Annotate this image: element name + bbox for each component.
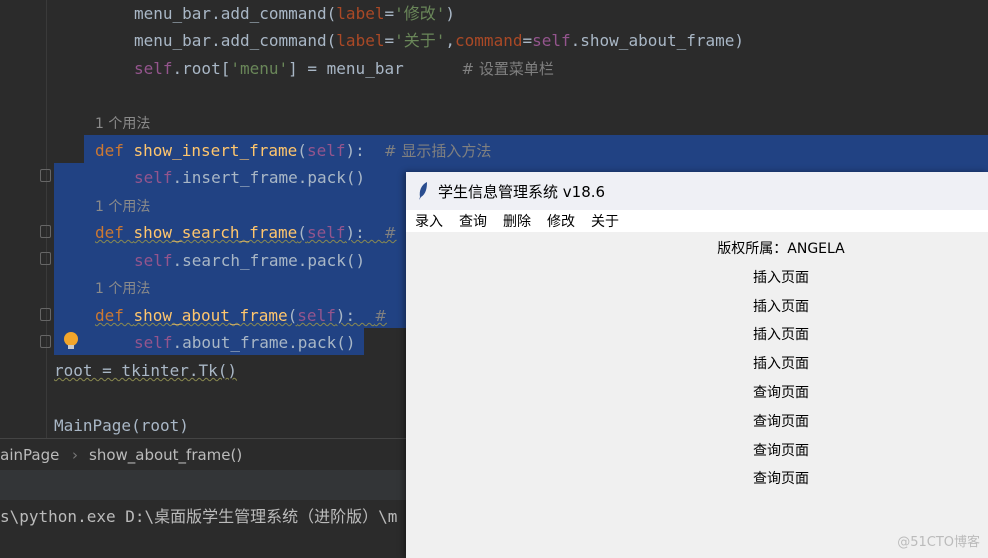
code-token: self [532, 31, 571, 50]
breadcrumb: lainPage › show_about_frame() [0, 438, 406, 470]
page-label: 插入页面 [753, 327, 809, 344]
copyright-label: 版权所属：ANGELA [717, 241, 845, 257]
breadcrumb-item[interactable]: show_about_frame() [89, 439, 242, 471]
code-token: .root[ [172, 59, 231, 78]
window-title: 学生信息管理系统 v18.6 [438, 182, 606, 201]
fold-icon[interactable] [40, 335, 51, 348]
code-token: ): [335, 306, 375, 325]
code-token: = [522, 31, 533, 50]
fold-icon[interactable] [40, 169, 51, 182]
code-line: menu_bar.add_command(label='关于',command=… [134, 27, 744, 54]
terminal-output: s\python.exe D:\桌面版学生管理系统（进阶版）\m [0, 507, 398, 526]
code-token: 1 个用法 [95, 281, 151, 297]
code-token: ): [345, 141, 384, 160]
code-token: # [384, 224, 397, 242]
code-line: def show_insert_frame(self): # 显示插入方法 [95, 137, 491, 164]
page-label: 查询页面 [753, 413, 809, 430]
code-token: show_about_frame [133, 306, 288, 325]
code-token: ( [297, 141, 307, 160]
code-token: self [134, 59, 173, 78]
code-token: , [445, 31, 456, 50]
menu-search[interactable]: 查询 [459, 211, 487, 231]
code-token: menu_bar.add_command( [134, 4, 337, 23]
code-line: self.about_frame.pack() [134, 329, 356, 356]
code-token: show_search_frame [133, 223, 298, 242]
page-label: 查询页面 [753, 385, 809, 401]
code-token: def [95, 306, 134, 325]
code-token: '关于' [394, 31, 446, 50]
page-label: 查询页面 [753, 442, 809, 459]
code-token: ) [445, 4, 456, 23]
run-toolbar [0, 470, 406, 500]
code-token: self [134, 168, 173, 187]
code-line: self.search_frame.pack() [134, 247, 365, 274]
title-bar[interactable]: 学生信息管理系统 v18.6 [406, 172, 988, 210]
feather-icon [419, 182, 427, 200]
chevron-right-icon: › [72, 446, 78, 464]
code-token: # 设置菜单栏 [461, 60, 554, 78]
usage-hint[interactable]: 1 个用法 [95, 109, 150, 136]
code-token: self [306, 223, 346, 242]
code-token: def [95, 223, 134, 242]
code-token: ( [297, 223, 307, 242]
fold-icon[interactable] [40, 308, 51, 321]
code-token: .search_frame.pack() [172, 251, 366, 270]
code-token: # 显示插入方法 [384, 142, 492, 160]
fold-icon[interactable] [40, 252, 51, 265]
fold-icon[interactable] [40, 225, 51, 238]
code-token: self [306, 141, 346, 160]
code-token: 1 个用法 [95, 199, 151, 215]
code-line: def show_about_frame(self): # [95, 302, 387, 329]
page-label: 查询页面 [753, 471, 809, 488]
code-token: show_insert_frame [133, 141, 298, 160]
code-line: MainPage(root) [54, 412, 189, 439]
code-token: command [455, 31, 523, 50]
page-label: 插入页面 [753, 356, 809, 373]
usage-hint[interactable]: 1 个用法 [95, 274, 150, 301]
code-line: def show_search_frame(self): # [95, 219, 397, 246]
code-token: .about_frame.pack() [172, 333, 356, 352]
menu-bar: 录入 查询 删除 修改 关于 [406, 210, 988, 232]
code-line: root = tkinter.Tk() [54, 357, 237, 384]
code-token: .insert_frame.pack() [172, 168, 366, 187]
menu-insert[interactable]: 录入 [415, 211, 443, 231]
code-token: self [134, 333, 173, 352]
code-token: = [384, 4, 395, 23]
code-line: self.root['menu'] = menu_bar # 设置菜单栏 [134, 55, 554, 82]
code-token: ( [287, 306, 298, 325]
code-token: label [336, 4, 385, 23]
menu-delete[interactable]: 删除 [503, 211, 531, 231]
code-token: ] = menu_bar [288, 59, 462, 78]
code-line: menu_bar.add_command(label='修改') [134, 0, 455, 27]
lightbulb-icon[interactable] [64, 332, 78, 349]
code-token: 'menu' [230, 59, 289, 78]
code-token: ): [345, 223, 384, 242]
code-token: label [336, 31, 385, 50]
usage-hint[interactable]: 1 个用法 [95, 192, 150, 219]
page-label: 插入页面 [753, 298, 809, 315]
code-token: .show_about_frame) [570, 31, 745, 50]
menu-modify[interactable]: 修改 [547, 211, 575, 231]
code-token: self [297, 306, 336, 325]
gutter-separator [46, 0, 47, 438]
code-token: '修改' [394, 4, 446, 23]
page-label: 插入页面 [753, 269, 809, 286]
breadcrumb-item[interactable]: lainPage [0, 439, 59, 471]
tk-window: 学生信息管理系统 v18.6 录入 查询 删除 修改 关于 版权所属：ANGEL… [406, 172, 988, 558]
watermark: @51CTO博客 [897, 535, 980, 550]
code-token: MainPage(root) [54, 416, 189, 435]
code-token: menu_bar.add_command( [134, 31, 337, 50]
code-line: self.insert_frame.pack() [134, 164, 365, 191]
menu-about[interactable]: 关于 [591, 211, 619, 231]
code-token: # [374, 307, 387, 325]
code-token: self [134, 251, 173, 270]
code-token: def [95, 141, 134, 160]
code-token: root = tkinter.Tk() [54, 361, 238, 380]
code-token: 1 个用法 [95, 116, 151, 132]
code-token: = [384, 31, 395, 50]
